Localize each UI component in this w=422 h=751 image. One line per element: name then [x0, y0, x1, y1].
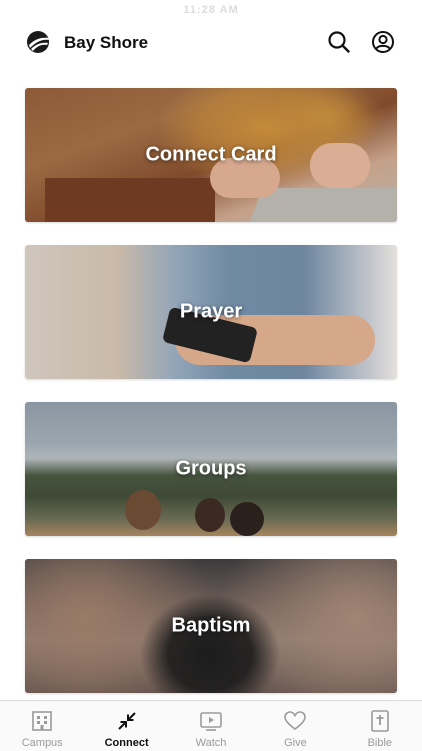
play-screen-icon — [199, 709, 223, 733]
search-icon[interactable] — [327, 30, 351, 54]
tab-give[interactable]: Give — [253, 701, 337, 751]
tab-bar: Campus Connect Watch Give Bible — [0, 700, 422, 751]
tab-connect[interactable]: Connect — [84, 701, 168, 751]
groups-tile[interactable]: Groups — [25, 402, 397, 536]
bible-icon — [368, 709, 392, 733]
building-icon — [30, 709, 54, 733]
card-label: Prayer — [179, 300, 243, 323]
tab-label: Bible — [367, 737, 393, 749]
status-time: 11:28 AM — [183, 4, 239, 16]
tab-watch[interactable]: Watch — [169, 701, 253, 751]
tab-campus[interactable]: Campus — [0, 701, 84, 751]
profile-icon[interactable] — [371, 30, 395, 54]
tab-label: Give — [284, 737, 307, 749]
card-label: Baptism — [171, 614, 251, 637]
app-title: Bay Shore — [64, 33, 149, 52]
heart-icon — [283, 709, 307, 733]
prayer-tile[interactable]: Prayer — [25, 245, 397, 379]
card-label: Connect Card — [145, 143, 277, 166]
church-logo-icon — [27, 31, 49, 53]
app-header: Bay Shore — [0, 24, 422, 62]
card-list: Connect Card Prayer Groups Baptism — [25, 88, 397, 716]
tab-label: Campus — [21, 737, 63, 749]
baptism-tile[interactable]: Baptism — [25, 559, 397, 693]
connect-arrows-icon — [115, 709, 139, 733]
tab-label: Connect — [104, 737, 149, 749]
card-label: Groups — [175, 457, 247, 480]
tab-bible[interactable]: Bible — [338, 701, 422, 751]
tab-label: Watch — [195, 737, 227, 749]
connect-card-tile[interactable]: Connect Card — [25, 88, 397, 222]
